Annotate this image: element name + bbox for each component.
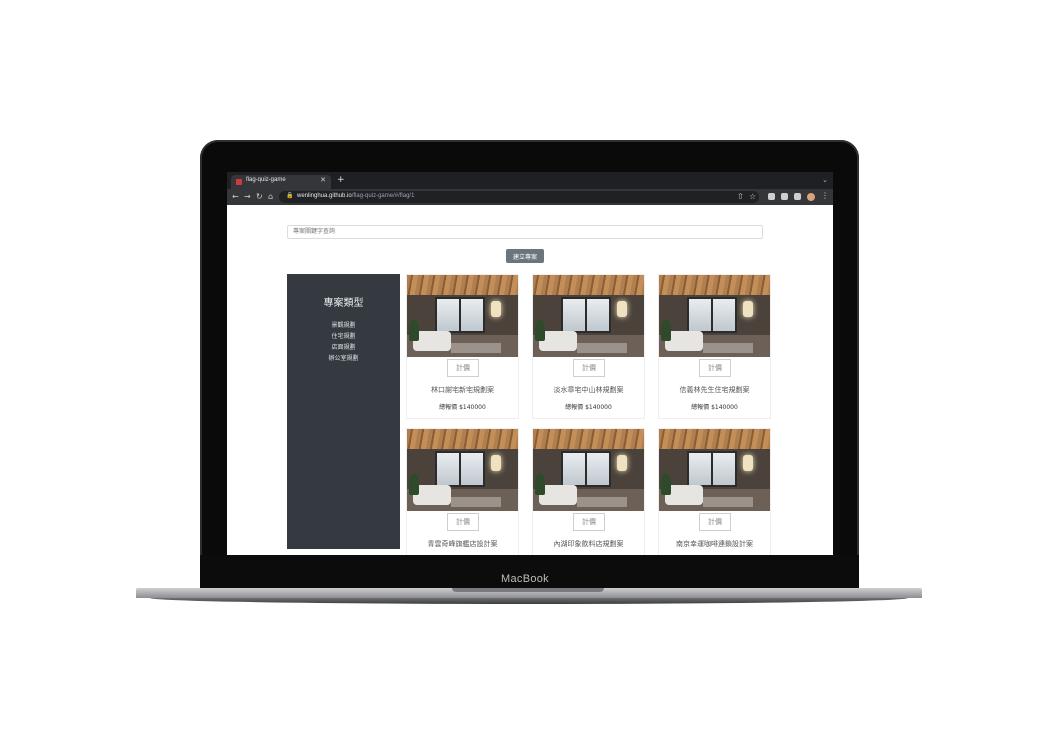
url-host: wenlinghua.github.io [297,193,352,199]
laptop-foot [150,598,908,604]
project-photo [659,429,770,511]
search-input[interactable] [287,225,763,239]
create-project-button[interactable]: 建立專案 [506,249,544,263]
project-photo [659,275,770,357]
home-icon[interactable]: ⌂ [268,192,273,202]
favicon-icon [236,179,242,185]
new-tab-icon[interactable]: + [337,175,345,185]
project-card[interactable]: 計價 南京幸運咖啡連鎖設計案 [658,428,771,555]
browser-tab[interactable]: flag-quiz-game ✕ [231,175,331,189]
tab-title: flag-quiz-game [246,177,286,183]
card-title: 信義林先生住宅規劃案 [679,386,750,394]
price-tag-button[interactable]: 計價 [699,513,731,531]
laptop-base-notch [452,588,604,592]
sidebar-panel-icon[interactable] [794,193,801,200]
project-card[interactable]: 計價 內湖印象飲料店規劃案 [532,428,645,555]
web-page: 建立專案 專案類型 景觀規劃 住宅規劃 店面規劃 辦公室規劃 計價 林口謝宅新宅… [227,205,833,555]
project-photo [407,275,518,357]
card-title: 淡水章宅中山林規劃案 [553,386,624,394]
browser-menu-icon[interactable]: ⋮ [821,191,829,200]
url-text: wenlinghua.github.io/flag-quiz-game/#/fl… [297,193,414,199]
project-photo [533,275,644,357]
project-card[interactable]: 計價 青雲奇峰旗艦店設計案 [406,428,519,555]
price-tag-button[interactable]: 計價 [573,359,605,377]
laptop-brand-label: MacBook [501,573,549,585]
browser-address-bar: ← → ↻ ⌂ 🔒 wenlinghua.github.io/flag-quiz… [227,189,833,205]
tab-search-icon[interactable]: ⌄ [822,176,828,184]
close-tab-icon[interactable]: ✕ [320,176,326,184]
sidebar-item-landscape[interactable]: 景觀規劃 [287,320,400,331]
card-price: 總報價 $140000 [439,404,486,411]
card-title: 林口謝宅新宅規劃案 [431,386,494,394]
sidebar-list: 景觀規劃 住宅規劃 店面規劃 辦公室規劃 [287,320,400,364]
card-price: 總報價 $140000 [565,404,612,411]
sidebar-item-office[interactable]: 辦公室規劃 [287,353,400,364]
share-icon[interactable]: ⇧ [737,192,744,202]
forward-icon[interactable]: → [244,192,251,202]
project-card[interactable]: 計價 信義林先生住宅規劃案 總報價 $140000 [658,274,771,419]
card-title: 青雲奇峰旗艦店設計案 [427,540,498,548]
reload-icon[interactable]: ↻ [256,192,263,202]
card-price: 總報價 $140000 [691,404,738,411]
project-card[interactable]: 計價 林口謝宅新宅規劃案 總報價 $140000 [406,274,519,419]
extension-icon[interactable] [768,193,775,200]
price-tag-button[interactable]: 計價 [447,359,479,377]
project-photo [407,429,518,511]
project-photo [533,429,644,511]
back-icon[interactable]: ← [232,192,239,202]
price-tag-button[interactable]: 計價 [573,513,605,531]
card-title: 內湖印象飲料店規劃案 [553,540,624,548]
price-tag-button[interactable]: 計價 [699,359,731,377]
browser-tab-bar: flag-quiz-game ✕ + ⌄ [227,172,833,189]
profile-avatar-icon[interactable] [807,193,815,201]
url-path: /flag-quiz-game/#/flag/1 [351,193,415,199]
sidebar-item-storefront[interactable]: 店面規劃 [287,342,400,353]
laptop-screen: flag-quiz-game ✕ + ⌄ ← → ↻ ⌂ 🔒 wenlinghu… [227,172,833,555]
puzzle-extension-icon[interactable] [781,193,788,200]
project-type-sidebar: 專案類型 景觀規劃 住宅規劃 店面規劃 辦公室規劃 [287,274,400,549]
sidebar-item-residential[interactable]: 住宅規劃 [287,331,400,342]
sidebar-title: 專案類型 [323,298,364,309]
price-tag-button[interactable]: 計價 [447,513,479,531]
url-field[interactable]: 🔒 wenlinghua.github.io/flag-quiz-game/#/… [279,191,759,203]
card-title: 南京幸運咖啡連鎖設計案 [676,540,753,548]
project-card[interactable]: 計價 淡水章宅中山林規劃案 總報價 $140000 [532,274,645,419]
bookmark-star-icon[interactable]: ☆ [749,192,756,202]
lock-icon: 🔒 [286,192,294,199]
